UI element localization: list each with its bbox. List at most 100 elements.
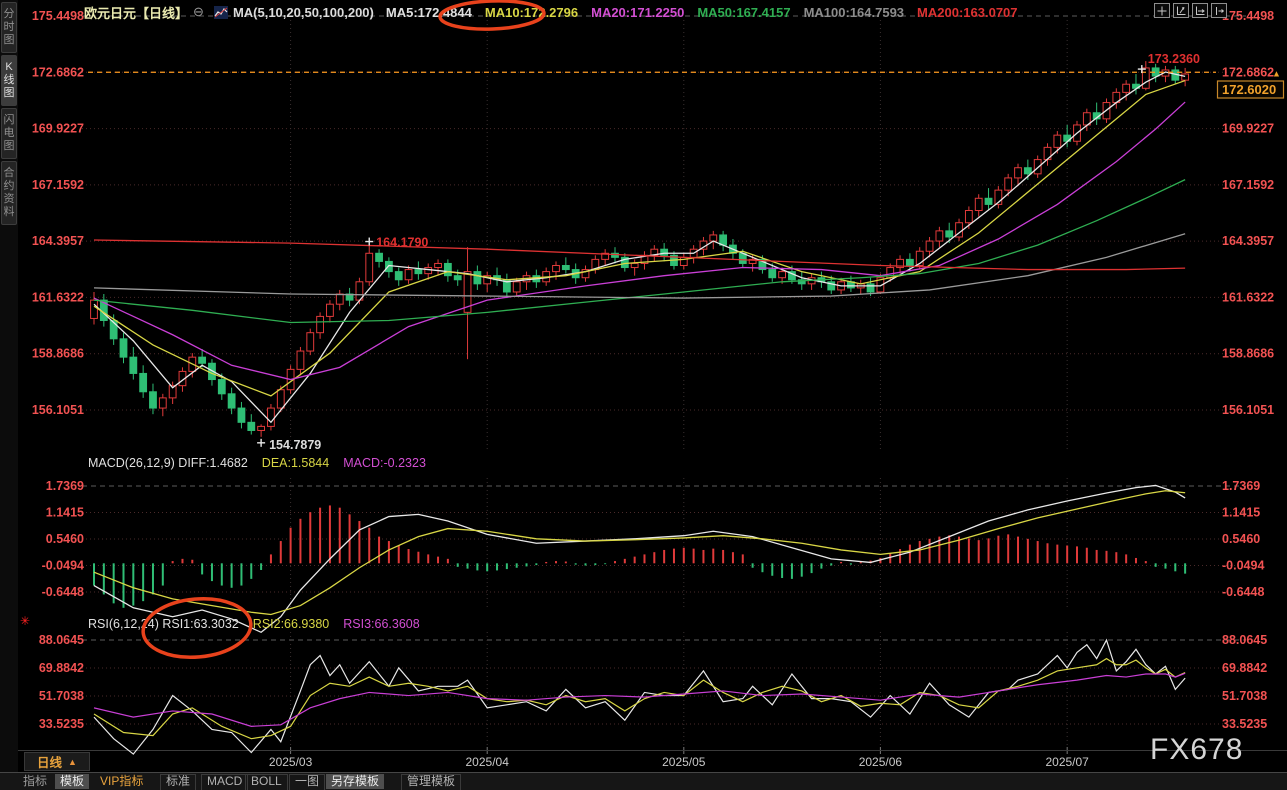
ma-value-3: MA50:167.4157 (697, 5, 790, 20)
y-tick-label: 33.5235 (1222, 717, 1267, 731)
sidebar-tab-lightning[interactable]: 闪电图 (1, 108, 17, 159)
toolbar-item-3[interactable]: 标准 (160, 774, 196, 790)
rsi-layer (94, 640, 1185, 754)
pan-right-icon[interactable] (1211, 3, 1227, 18)
y-tick-label: 33.5235 (39, 717, 84, 731)
ma-values: MA5:172.4844 MA10:172.2796 MA20:171.2250 MA… (386, 5, 1031, 20)
y-tick-label: 156.1051 (1222, 403, 1274, 417)
ma-line-MA100 (94, 234, 1185, 298)
toolbar-item-2[interactable]: VIP指标 (95, 774, 148, 789)
period-selector[interactable]: 日线 ▲ (24, 752, 90, 771)
toolbar-item-0[interactable]: 指标 (18, 774, 52, 789)
y-tick-label: 158.8686 (32, 347, 84, 361)
y-tick-label: 1.7369 (46, 479, 84, 493)
period-selector-label: 日线 (37, 752, 62, 771)
ma-value-4: MA100:164.7593 (804, 5, 904, 20)
macd-header: MACD(26,12,9) DIFF:1.4682 DEA:1.5844 MACD:… (88, 456, 440, 470)
y-tick-label: 88.0645 (1222, 633, 1267, 647)
toolbar-item-1[interactable]: 模板 (55, 774, 89, 789)
y-tick-label: 167.1592 (32, 178, 84, 192)
alarm-icon[interactable]: ✳ (20, 614, 30, 628)
rsi-label-part-1: RSI2:66.9380 (253, 617, 329, 631)
chart-canvas[interactable]: 175.4498 175.4498 172.6862 172.6862 169.9227… (0, 0, 1287, 790)
x-tick-label: 2025/07 (1045, 755, 1089, 769)
y-tick-label: -0.6448 (1222, 585, 1264, 599)
y-tick-label: 158.8686 (1222, 347, 1274, 361)
y-tick-label: 172.6862 (1222, 65, 1274, 79)
y-tick-label: 0.5460 (46, 532, 84, 546)
y-tick-label: 161.6322 (32, 290, 84, 304)
toolbar-item-6[interactable]: 一图 (289, 774, 325, 790)
y-tick-label: 1.1415 (46, 505, 84, 519)
bottom-toolbar: 指标模板 VIP指标标准 MACDBOLL一图另存模板 管理模板 (0, 772, 1287, 790)
chart-window: 分时图 K线图 闪电图 合约资料 欧元日元 【日线】 ⊖ MA(5,10,20,… (0, 0, 1287, 790)
ma-line-MA20 (94, 102, 1185, 380)
zoom-horizontal-icon[interactable] (1192, 3, 1208, 18)
watermark: FX678 (1150, 733, 1243, 767)
rsi-label-part-2: RSI3:66.3608 (343, 617, 419, 631)
toolbar-item-8[interactable]: 管理模板 (401, 774, 461, 790)
ma-settings-label: MA(5,10,20,50,100,200) (233, 5, 374, 20)
rsi-label-part-0: RSI(6,12,24) RSI1:63.3032 (88, 617, 239, 631)
y-tick-label: 164.3957 (32, 234, 84, 248)
ma-line-MA10 (94, 81, 1185, 396)
price-annotation: 164.1790 (376, 236, 428, 250)
y-tick-label: 169.9227 (32, 122, 84, 136)
macd-label-part-0: MACD(26,12,9) DIFF:1.4682 (88, 456, 248, 470)
symbol-name: 欧元日元 (84, 3, 136, 22)
period-label: 【日线】 (136, 3, 188, 22)
chart-header: 欧元日元 【日线】 ⊖ MA(5,10,20,50,100,200) MA5:1… (84, 3, 1031, 21)
current-price-value: 172.6020 (1222, 82, 1276, 97)
y-tick-label: -0.0494 (1222, 559, 1264, 573)
left-sidebar: 分时图 K线图 闪电图 合约资料 (0, 0, 18, 772)
toolbar-item-7[interactable]: 另存模板 (326, 774, 384, 789)
ma-value-0: MA5:172.4844 (386, 5, 472, 20)
dropdown-arrow-icon: ▲ (68, 757, 77, 767)
ma-value-5: MA200:163.0707 (917, 5, 1017, 20)
sidebar-tab-kline[interactable]: K线图 (1, 55, 17, 106)
y-tick-label: 161.6322 (1222, 290, 1274, 304)
layout-icons (1154, 3, 1227, 18)
macd-label-part-1: DEA:1.5844 (262, 456, 329, 470)
price-annotation: 154.7879 (269, 438, 321, 452)
zoom-out-icon[interactable]: ⊖ (193, 4, 204, 20)
y-tick-label: 69.8842 (39, 661, 84, 675)
x-tick-label: 2025/05 (662, 755, 706, 769)
ma-line-MA50 (94, 180, 1185, 323)
toolbar-item-5[interactable]: BOLL (245, 774, 288, 790)
y-tick-label: 169.9227 (1222, 122, 1274, 136)
macd-layer (94, 485, 1185, 632)
ma-value-1: MA10:172.2796 (485, 5, 578, 20)
macd-label-part-2: MACD:-0.2323 (343, 456, 426, 470)
y-tick-label: -0.0494 (42, 559, 84, 573)
chart-type-icon[interactable] (214, 6, 228, 19)
y-tick-label: 156.1051 (32, 403, 84, 417)
price-up-arrow-icon: ▲ (1272, 68, 1281, 78)
y-tick-label: 51.7038 (39, 689, 84, 703)
y-tick-label: 175.4498 (1222, 9, 1274, 23)
ma-line-MA5 (94, 72, 1185, 422)
y-tick-label: 167.1592 (1222, 178, 1274, 192)
zoom-vertical-icon[interactable] (1173, 3, 1189, 18)
y-tick-label: 172.6862 (32, 65, 84, 79)
rsi-header: RSI(6,12,24) RSI1:63.3032 RSI2:66.9380 RSI… (88, 617, 434, 631)
y-tick-label: 175.4498 (32, 9, 84, 23)
macd-diff-line (94, 485, 1185, 632)
x-tick-label: 2025/06 (859, 755, 903, 769)
toolbar-item-4[interactable]: MACD (201, 774, 248, 790)
x-tick-label: 2025/03 (269, 755, 313, 769)
ma-line-MA200 (94, 240, 1185, 270)
price-annotation: 173.2360 (1148, 52, 1200, 66)
y-tick-label: 164.3957 (1222, 234, 1274, 248)
y-tick-label: 69.8842 (1222, 661, 1267, 675)
sidebar-tab-timeshare[interactable]: 分时图 (1, 2, 17, 53)
ma-value-2: MA20:171.2250 (591, 5, 684, 20)
y-tick-label: 1.1415 (1222, 505, 1260, 519)
y-tick-label: 51.7038 (1222, 689, 1267, 703)
macd-dea-line (94, 491, 1185, 615)
y-tick-label: 88.0645 (39, 633, 84, 647)
y-tick-label: 1.7369 (1222, 479, 1260, 493)
sidebar-tab-contract-info[interactable]: 合约资料 (1, 161, 17, 225)
y-tick-label: -0.6448 (42, 585, 84, 599)
crosshair-icon[interactable] (1154, 3, 1170, 18)
